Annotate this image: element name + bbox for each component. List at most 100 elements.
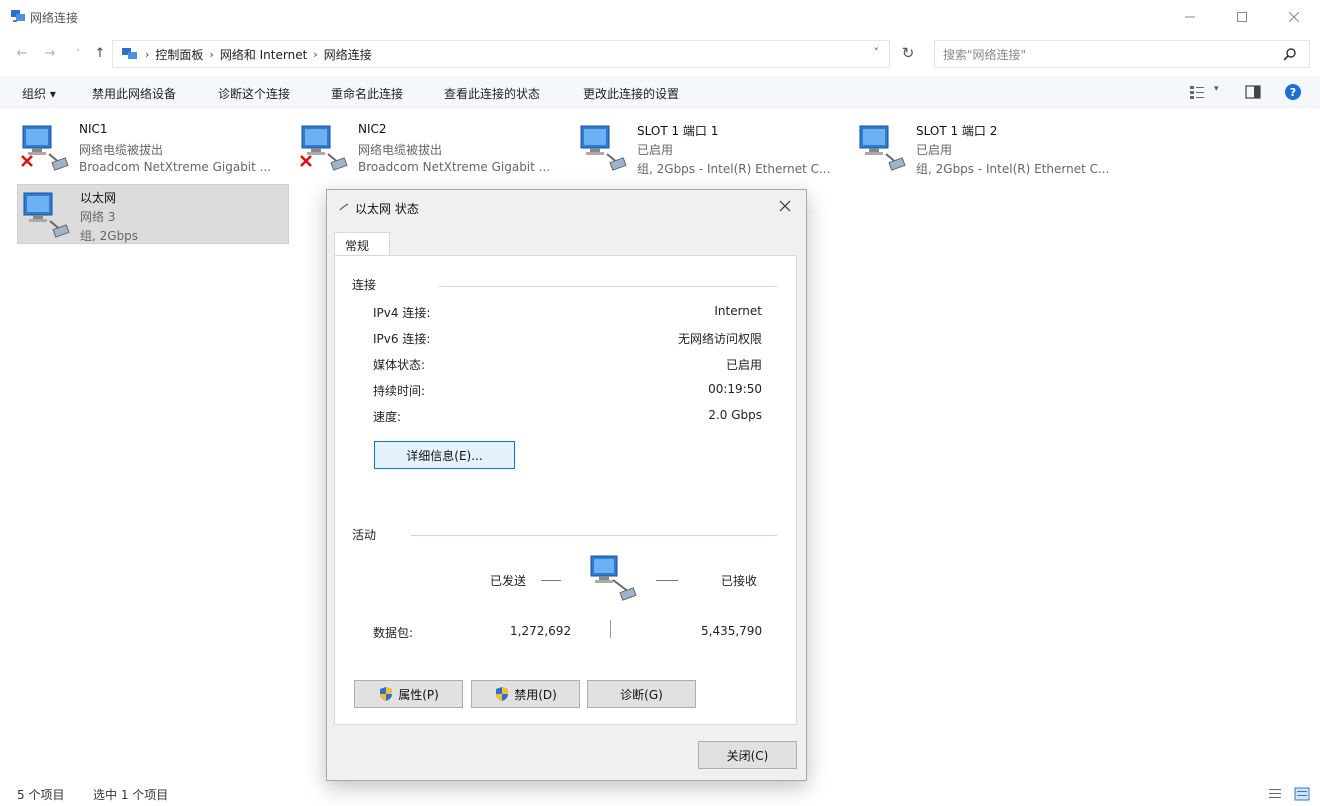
disconnected-icon [21,155,33,167]
duration-label: 持续时间: [373,384,426,398]
network-connections-icon [11,10,25,22]
minimize-icon [1185,16,1195,18]
general-panel: 连接 IPv4 连接: Internet IPv6 连接: 无网络访问权限 媒体… [334,255,797,725]
sent-label: 已发送 [490,574,527,588]
disconnected-icon [300,155,312,167]
diagnose-button[interactable]: 诊断(G) [587,680,696,708]
adapter-name: SLOT 1 端口 1 [637,124,719,138]
sent-dash [541,580,561,581]
up-button[interactable]: ↑ [90,44,110,64]
rename-connection-command[interactable]: 重命名此连接 [331,85,403,102]
close-button[interactable]: 关闭(C) [698,741,797,769]
adapter-status: 已启用 [637,143,674,157]
network-adapter-icon [580,125,627,171]
selected-count: 选中 1 个项目 [93,788,169,802]
minimize-button[interactable] [1170,6,1210,28]
close-icon [1289,12,1299,22]
adapter-status: 已启用 [916,143,953,157]
breadcrumb-separator-icon: › [313,47,318,61]
organize-menu[interactable]: 组织 ▾ [22,85,56,102]
packets-received-value: 5,435,790 [701,624,763,638]
network-adapter-icon [23,192,70,238]
adapter-device: Broadcom NetXtreme Gigabit ... [79,160,272,174]
forward-button[interactable]: → [40,44,60,64]
adapter-tile[interactable]: SLOT 1 端口 2 已启用组, 2Gbps - Intel(R) Ethern… [854,118,1126,178]
large-icons-view-icon[interactable] [1294,787,1310,801]
activity-group-divider [411,535,777,536]
title-bar: 网络连接 [0,0,1320,34]
close-button-label: 关闭(C) [726,748,769,763]
breadcrumb-separator-icon: › [209,47,214,61]
network-adapter-icon [859,125,906,171]
breadcrumb-network-connections[interactable]: 网络连接 [324,46,372,63]
diagnose-connection-command[interactable]: 诊断这个连接 [218,85,290,102]
speed-value: 2.0 Gbps [708,408,762,422]
adapter-tile[interactable]: NIC1 网络电缆被拔出 Broadcom NetXtreme Gigabit ..… [17,118,289,178]
window-title: 网络连接 [30,11,79,25]
diagnose-button-label: 诊断(G) [620,687,663,702]
properties-button[interactable]: 属性(P) [354,680,463,708]
maximize-button[interactable] [1222,6,1262,28]
adapter-tile[interactable]: NIC2 网络电缆被拔出 Broadcom NetXtreme Gigabit ..… [296,118,568,178]
duration-value: 00:19:50 [708,382,762,396]
address-row: ← → ˅ ↑ › 控制面板 › 网络和 Internet › 网络连接 ˅ ↻… [0,36,1320,70]
svg-text:?: ? [1290,86,1296,99]
adapter-tile[interactable]: SLOT 1 端口 1 已启用 组, 2Gbps - Intel(R) Ethern… [575,118,847,178]
search-icon [1283,48,1296,61]
close-window-button[interactable] [1274,6,1314,28]
item-count: 5 个项目 [17,788,65,802]
activity-computer-icon [590,555,637,601]
preview-pane-icon[interactable] [1244,83,1262,101]
view-options-icon[interactable] [1188,83,1206,101]
received-dash [656,580,678,581]
breadcrumb-network-internet[interactable]: 网络和 Internet [220,46,307,63]
adapter-name: NIC1 [79,122,108,136]
disable-button[interactable]: 禁用(D) [471,680,580,708]
recent-locations-button[interactable]: ˅ [68,44,88,64]
maximize-icon [1237,12,1247,22]
adapter-device: 组, 2Gbps [80,229,139,243]
ipv4-value: Internet [714,304,762,318]
disable-device-command[interactable]: 禁用此网络设备 [92,85,176,102]
packets-label: 数据包: [373,626,414,640]
tab-general[interactable]: 常规 [334,232,390,256]
adapter-name: 以太网 [80,191,117,205]
view-dropdown-icon[interactable]: ▾ [1214,84,1219,94]
breadcrumb-separator-icon: › [145,47,150,61]
ethernet-status-dialog: 以太网 状态 常规 连接 IPv4 连接: Internet IPv6 连接: … [326,189,807,781]
packets-sent-value: 1,272,692 [510,624,572,638]
address-dropdown-icon[interactable]: ˅ [874,46,880,59]
ipv4-label: IPv4 连接: [373,306,431,320]
adapter-name: NIC2 [358,122,387,136]
connection-group-label: 连接 [352,278,377,292]
adapter-name: SLOT 1 端口 2 [916,124,998,138]
ipv6-value: 无网络访问权限 [677,332,762,346]
adapter-device: 组, 2Gbps - Intel(R) Ethernet C... [916,162,1110,176]
back-button[interactable]: ← [12,44,32,64]
refresh-button[interactable]: ↻ [893,40,923,68]
view-status-command[interactable]: 查看此连接的状态 [444,85,540,102]
media-state-value: 已启用 [725,358,762,372]
search-input[interactable]: 搜索"网络连接" [934,40,1310,68]
activity-group-label: 活动 [352,528,377,542]
adapter-status: 网络 3 [80,210,116,224]
adapter-tile[interactable]: 以太网网络 3 组, 2Gbps [17,184,289,244]
speed-label: 速度: [373,410,402,424]
uac-shield-icon [380,687,393,701]
dialog-network-icon [339,203,349,211]
change-settings-command[interactable]: 更改此连接的设置 [583,85,679,102]
help-icon[interactable]: ? [1284,83,1302,101]
received-label: 已接收 [721,574,758,588]
command-bar: 组织 ▾ 禁用此网络设备 诊断这个连接 重命名此连接 查看此连接的状态 更改此连… [0,76,1320,108]
dialog-close-button[interactable] [779,197,791,216]
breadcrumb-control-panel[interactable]: 控制面板 [155,46,203,63]
connection-group-divider [439,286,777,287]
dialog-title: 以太网 状态 [355,202,419,216]
address-bar[interactable]: › 控制面板 › 网络和 Internet › 网络连接 ˅ [112,40,890,68]
details-button[interactable]: 详细信息(E)... [374,441,515,469]
adapter-status: 网络电缆被拔出 [358,143,443,157]
disable-button-label: 禁用(D) [514,687,557,702]
status-bar: 5 个项目 选中 1 个项目 [0,782,1320,806]
details-view-icon[interactable] [1268,787,1282,801]
properties-button-label: 属性(P) [398,687,439,702]
